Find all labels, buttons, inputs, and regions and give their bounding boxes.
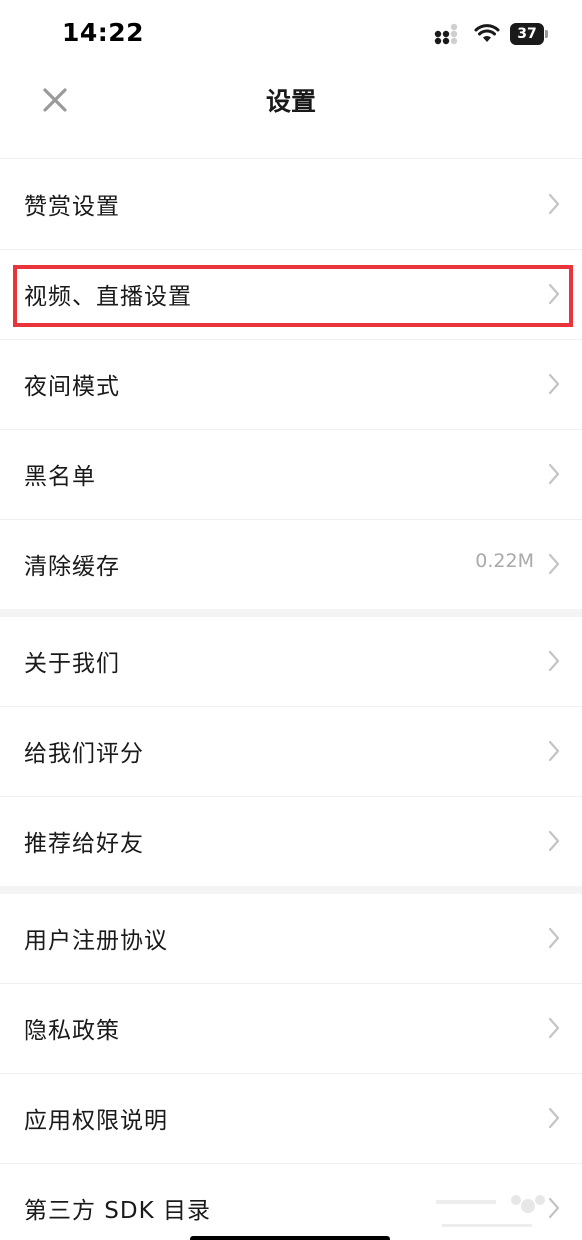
page-title: 设置: [265, 87, 316, 116]
settings-item-label: 黑名单: [24, 464, 96, 490]
chevron-right-icon: [548, 830, 560, 852]
settings-item-label: 给我们评分: [24, 741, 144, 767]
settings-item-label: 清除缓存: [24, 554, 120, 580]
settings-item-night-mode[interactable]: 夜间模式: [0, 340, 582, 430]
group-separator: [0, 886, 582, 894]
wifi-icon: [474, 24, 500, 42]
battery-level: 37: [517, 26, 537, 42]
group-separator: [0, 609, 582, 617]
chevron-right-icon: [548, 927, 560, 949]
settings-item-label: 关于我们: [24, 651, 120, 677]
settings-item-label: 赞赏设置: [24, 194, 120, 220]
settings-item-label: 第三方 SDK 目录: [24, 1198, 212, 1224]
settings-item-reward[interactable]: 赞赏设置: [0, 160, 582, 250]
chevron-right-icon: [548, 1107, 560, 1129]
chevron-right-icon: [548, 650, 560, 672]
settings-item-blacklist[interactable]: 黑名单: [0, 430, 582, 520]
chevron-right-icon: [548, 373, 560, 395]
nav-divider: [0, 158, 582, 159]
chevron-right-icon: [548, 1017, 560, 1039]
status-icons: 37: [434, 20, 548, 48]
settings-group-legal: 用户注册协议 隐私政策 应用权限说明 第三方 SDK 目录: [0, 894, 582, 1240]
settings-list: 赞赏设置 视频、直播设置 夜间模式 黑名单 清除缓存 0.22M 关于我们 给我…: [0, 160, 582, 1240]
settings-item-label: 推荐给好友: [24, 831, 144, 857]
settings-item-recommend-friends[interactable]: 推荐给好友: [0, 797, 582, 886]
settings-item-label: 应用权限说明: [24, 1108, 168, 1134]
chevron-right-icon: [548, 463, 560, 485]
settings-item-clear-cache[interactable]: 清除缓存 0.22M: [0, 520, 582, 609]
nav-bar: 设置: [0, 68, 582, 158]
chevron-right-icon: [548, 193, 560, 215]
watermark-logo: [436, 1195, 545, 1227]
settings-item-permissions[interactable]: 应用权限说明: [0, 1074, 582, 1164]
settings-item-label: 用户注册协议: [24, 928, 168, 954]
chevron-right-icon: [548, 283, 560, 305]
settings-group-general: 赞赏设置 视频、直播设置 夜间模式 黑名单 清除缓存 0.22M: [0, 160, 582, 609]
settings-item-about-us[interactable]: 关于我们: [0, 617, 582, 707]
status-bar: 14:22 37: [0, 0, 582, 68]
home-indicator: [190, 1236, 390, 1240]
cache-size-value: 0.22M: [475, 550, 534, 572]
settings-item-label: 隐私政策: [24, 1018, 120, 1044]
settings-item-user-agreement[interactable]: 用户注册协议: [0, 894, 582, 984]
chevron-right-icon: [548, 740, 560, 762]
battery-icon: 37: [510, 23, 548, 45]
settings-item-privacy-policy[interactable]: 隐私政策: [0, 984, 582, 1074]
settings-item-label: 夜间模式: [24, 374, 120, 400]
settings-item-video-live[interactable]: 视频、直播设置: [0, 250, 582, 340]
settings-item-label: 视频、直播设置: [24, 284, 192, 310]
settings-group-about: 关于我们 给我们评分 推荐给好友: [0, 617, 582, 886]
chevron-right-icon: [548, 553, 560, 575]
status-time: 14:22: [62, 18, 145, 47]
close-icon[interactable]: [40, 85, 70, 115]
settings-screen: 14:22 37 设置 赞赏设置 视频、直播设置 夜间模式 黑名单 清除缓存 0…: [0, 0, 582, 1240]
settings-item-rate-us[interactable]: 给我们评分: [0, 707, 582, 797]
signal-icon: [434, 23, 458, 45]
